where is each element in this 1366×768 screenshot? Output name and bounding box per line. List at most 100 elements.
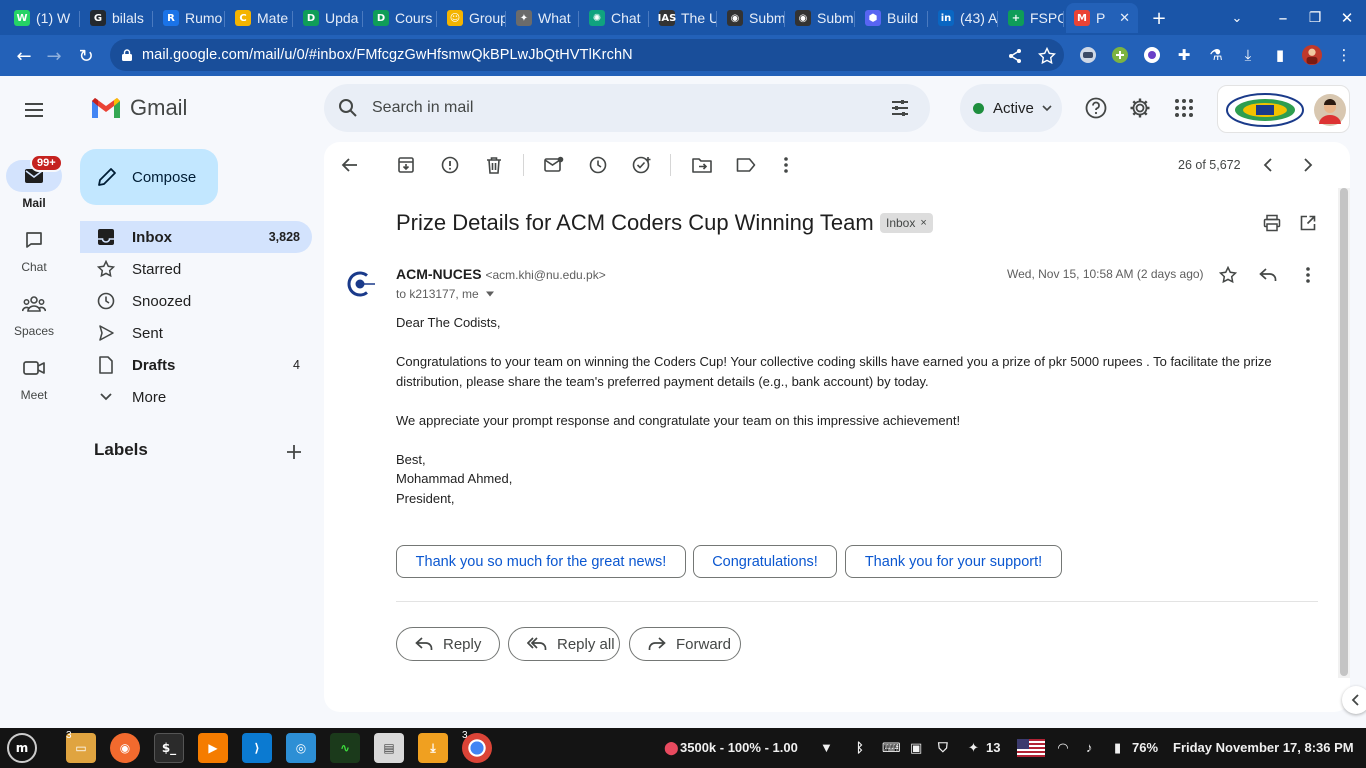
- open-in-new-window-icon[interactable]: [1296, 211, 1320, 235]
- text-editor-icon[interactable]: ▤: [374, 733, 404, 763]
- mining-status-text[interactable]: 3500k - 100% - 1.00: [680, 740, 798, 755]
- terminal-app-icon[interactable]: $_: [154, 733, 184, 763]
- browser-tab[interactable]: ✦ What: [508, 3, 579, 33]
- side-panel-icon[interactable]: ▮: [1270, 45, 1290, 65]
- extension-2-icon[interactable]: [1110, 45, 1130, 65]
- new-tab-button[interactable]: +: [1146, 5, 1172, 31]
- browser-tab[interactable]: ⬢ Build: [857, 3, 928, 33]
- system-monitor-icon[interactable]: ∿: [330, 733, 360, 763]
- media-player-icon[interactable]: ▶: [198, 733, 228, 763]
- browser-tab[interactable]: + FSPC: [1000, 3, 1064, 33]
- side-panel-toggle[interactable]: [1342, 686, 1366, 714]
- sender-name[interactable]: ACM-NUCES: [396, 266, 482, 282]
- browser-tab[interactable]: ☺ Group: [439, 3, 506, 33]
- shield-icon[interactable]: ⛉: [938, 740, 948, 756]
- search-bar[interactable]: Search in mail: [324, 84, 930, 132]
- print-icon[interactable]: [1260, 211, 1284, 235]
- mark-unread-icon[interactable]: [542, 153, 566, 177]
- newer-message-icon[interactable]: [1256, 153, 1280, 177]
- smart-reply-1[interactable]: Thank you so much for the great news!: [396, 545, 686, 578]
- back-to-inbox-icon[interactable]: [338, 153, 362, 177]
- bluetooth-icon[interactable]: ᛒ: [856, 740, 864, 755]
- nav-drafts[interactable]: Drafts 4: [80, 349, 312, 381]
- rail-meet[interactable]: Meet: [0, 352, 68, 402]
- scrollbar-thumb[interactable]: [1340, 188, 1348, 676]
- battery-icon[interactable]: ▮: [1114, 740, 1121, 756]
- reply-icon[interactable]: [1256, 263, 1280, 287]
- clipboard-icon[interactable]: ▣: [910, 740, 922, 756]
- vscode-app-icon[interactable]: ⟩: [242, 733, 272, 763]
- smart-reply-3[interactable]: Thank you for your support!: [845, 545, 1062, 578]
- recipients-toggle[interactable]: to k213177, me: [396, 287, 495, 301]
- move-to-icon[interactable]: [690, 153, 714, 177]
- snooze-clock-icon[interactable]: [586, 153, 610, 177]
- account-switcher[interactable]: [1217, 85, 1350, 133]
- more-options-icon[interactable]: [774, 153, 798, 177]
- rail-chat[interactable]: Chat: [0, 224, 68, 274]
- rail-mail[interactable]: 99+ Mail: [0, 154, 68, 210]
- extension-3-icon[interactable]: [1142, 45, 1162, 65]
- clock-text[interactable]: Friday November 17, 8:36 PM: [1173, 740, 1354, 755]
- us-flag-icon[interactable]: [1017, 739, 1045, 757]
- tab-search-icon[interactable]: ⌄: [1224, 5, 1250, 31]
- close-tab-icon[interactable]: ✕: [1119, 10, 1130, 26]
- search-options-icon[interactable]: [890, 98, 910, 118]
- apps-grid-icon[interactable]: [1172, 96, 1196, 120]
- status-selector[interactable]: Active: [960, 84, 1062, 132]
- gmail-logo[interactable]: Gmail: [90, 95, 187, 121]
- inbox-label-chip[interactable]: Inbox ×: [880, 213, 933, 233]
- notification-count[interactable]: 13: [986, 740, 1000, 755]
- browser-tab[interactable]: IAS The U: [651, 3, 717, 33]
- nav-sent[interactable]: Sent: [80, 317, 312, 349]
- rail-spaces[interactable]: Spaces: [0, 288, 68, 338]
- browser-tab[interactable]: R Rumo: [155, 3, 225, 33]
- restore-icon[interactable]: ❐: [1302, 5, 1328, 31]
- nav-snoozed[interactable]: Snoozed: [80, 285, 312, 317]
- forward-icon[interactable]: →: [40, 42, 68, 70]
- browser-tab[interactable]: W (1) W: [6, 3, 80, 33]
- close-window-icon[interactable]: ✕: [1334, 5, 1360, 31]
- firefox-app-icon[interactable]: ◉: [110, 733, 140, 763]
- start-menu-icon[interactable]: m: [7, 733, 37, 763]
- older-message-icon[interactable]: [1296, 153, 1320, 177]
- browser-tab[interactable]: ◉ Subm: [787, 3, 855, 33]
- chrome-menu-icon[interactable]: ⋮: [1334, 45, 1354, 65]
- keyboard-icon[interactable]: ⌨: [882, 740, 901, 756]
- bookmark-star-icon[interactable]: [1038, 47, 1056, 65]
- reload-icon[interactable]: ↻: [72, 42, 100, 70]
- remove-label-icon[interactable]: ×: [920, 217, 926, 229]
- delete-trash-icon[interactable]: [482, 153, 506, 177]
- browser-tab[interactable]: D Upda: [295, 3, 363, 33]
- browser-tab[interactable]: D Cours: [365, 3, 437, 33]
- reply-all-button[interactable]: Reply all: [508, 627, 620, 661]
- share-icon[interactable]: [1006, 47, 1024, 65]
- add-to-tasks-icon[interactable]: [630, 153, 654, 177]
- compose-button[interactable]: Compose: [80, 149, 218, 205]
- message-more-icon[interactable]: [1296, 263, 1320, 287]
- back-icon[interactable]: ←: [10, 42, 38, 70]
- search-input[interactable]: Search in mail: [372, 99, 473, 117]
- music-note-icon[interactable]: ♪: [1086, 740, 1093, 755]
- reply-button[interactable]: Reply: [396, 627, 500, 661]
- minimize-icon[interactable]: –: [1270, 5, 1296, 31]
- nav-more[interactable]: More: [80, 381, 312, 413]
- viewer-app-icon[interactable]: ◎: [286, 733, 316, 763]
- browser-tab[interactable]: ◉ Subm: [719, 3, 785, 33]
- browser-tab[interactable]: C Mate: [227, 3, 293, 33]
- notification-bell-icon[interactable]: ✦: [968, 740, 979, 756]
- browser-tab[interactable]: Gbilals: [82, 3, 153, 33]
- settings-gear-icon[interactable]: [1128, 96, 1152, 120]
- extension-4-icon[interactable]: ⚗: [1206, 45, 1226, 65]
- nav-inbox[interactable]: Inbox 3,828: [80, 221, 312, 253]
- profile-avatar[interactable]: [1302, 45, 1322, 65]
- nav-starred[interactable]: Starred: [80, 253, 312, 285]
- main-menu-icon[interactable]: [14, 90, 54, 130]
- help-icon[interactable]: [1084, 96, 1108, 120]
- search-icon[interactable]: [338, 98, 358, 118]
- add-label-icon[interactable]: [282, 440, 306, 464]
- report-spam-icon[interactable]: [438, 153, 462, 177]
- wifi-icon[interactable]: ◠: [1058, 740, 1068, 756]
- downloads-icon[interactable]: ⤓: [1238, 45, 1258, 65]
- browser-tab[interactable]: in (43) A: [930, 3, 998, 33]
- browser-tab[interactable]: M P ✕: [1066, 3, 1138, 33]
